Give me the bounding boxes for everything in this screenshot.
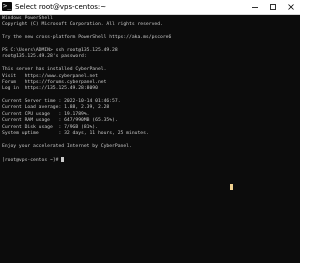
close-button[interactable]: [282, 0, 300, 14]
maximize-button[interactable]: [264, 0, 282, 14]
text-cursor: [61, 156, 65, 162]
shell-prompt: [root@vps-centos ~]#: [2, 157, 62, 163]
minimize-button[interactable]: [246, 0, 264, 14]
prompt-line[interactable]: [root@vps-centos ~]#: [2, 156, 288, 163]
close-icon: [288, 4, 294, 10]
maximize-icon: [270, 4, 276, 10]
window-title: Select root@vps-centos:~: [15, 3, 107, 11]
title-bar[interactable]: >_ Select root@vps-centos:~: [0, 0, 300, 15]
minimize-icon: [252, 7, 258, 8]
terminal-icon: >_: [2, 2, 12, 11]
window-controls: [246, 0, 300, 14]
mouse-text-cursor: [230, 184, 233, 190]
powershell-window: >_ Select root@vps-centos:~ Windows Powe…: [0, 0, 300, 263]
scrollbar[interactable]: [290, 15, 300, 263]
scrollbar-thumb[interactable]: [293, 17, 297, 247]
terminal-output[interactable]: Windows PowerShell Copyright (C) Microso…: [2, 16, 288, 263]
